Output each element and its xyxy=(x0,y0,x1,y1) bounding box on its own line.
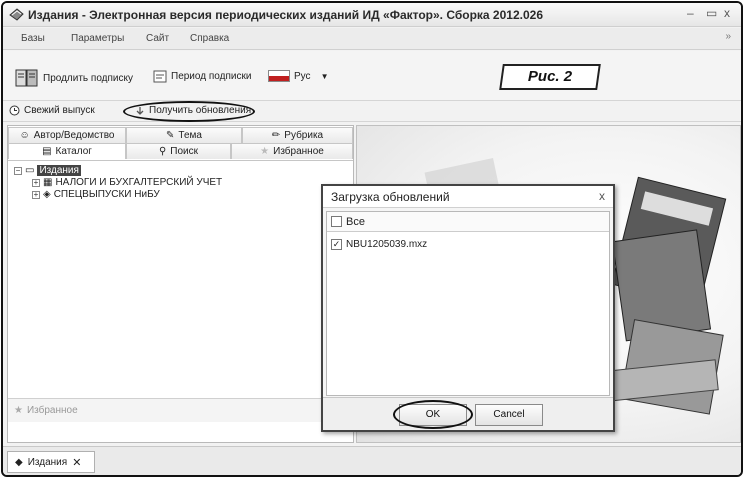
calendar-icon xyxy=(153,70,167,83)
subscription-period-button[interactable]: Период подписки xyxy=(153,70,251,83)
journal-icon: ▦ xyxy=(43,177,53,188)
tree-item-special-label: СПЕЦВЫПУСКИ НиБУ xyxy=(53,189,160,200)
tree-item-special[interactable]: + ◈ СПЕЦВЫПУСКИ НиБУ xyxy=(32,189,160,200)
author-icon: ☺ xyxy=(19,130,30,141)
window-title: Издания - Электронная версия периодическ… xyxy=(28,8,543,22)
select-all-checkbox[interactable] xyxy=(331,216,342,227)
tab-rubric[interactable]: ✏ Рубрика xyxy=(242,127,353,143)
select-all-label: Все xyxy=(346,215,365,228)
dialog-footer: OK Cancel xyxy=(323,397,613,430)
maximize-button[interactable]: ▭ xyxy=(706,6,717,20)
collapse-icon[interactable]: − xyxy=(14,166,22,175)
books-icon xyxy=(15,69,38,87)
brush-icon: ✎ xyxy=(166,130,175,141)
menu-overflow-icon[interactable]: » xyxy=(725,31,731,42)
tree-item-taxes[interactable]: + ▦ НАЛОГИ И БУХГАЛТЕРСКИЙ УЧЕТ xyxy=(32,177,222,188)
ok-highlight xyxy=(393,400,473,429)
search-icon: ⚲ xyxy=(158,146,167,157)
tab-search[interactable]: ⚲ Поиск xyxy=(126,143,231,159)
menu-bases[interactable]: Базы xyxy=(21,33,45,44)
tab-author-label: Автор/Ведомство xyxy=(33,130,115,141)
file-checkbox[interactable]: ✓ xyxy=(331,238,342,250)
tab-catalog[interactable]: ▤ Каталог xyxy=(8,143,126,159)
extend-subscription-button[interactable]: Продлить подписку xyxy=(15,68,133,88)
dropdown-arrow-icon: ▼ xyxy=(320,71,329,81)
tab-publications[interactable]: ◆ Издания ✕ xyxy=(7,451,95,473)
updates-list: Все ✓ NBU1205039.mxz xyxy=(326,211,610,396)
cancel-button[interactable]: Cancel xyxy=(475,404,543,426)
fresh-issue-label: Свежий выпуск xyxy=(24,105,95,116)
language-label: Рус xyxy=(294,70,311,82)
language-selector[interactable]: Рус ▼ xyxy=(268,70,328,82)
catalog-panel: ☺ Автор/Ведомство ✎ Тема ✏ Рубрика ▤ Кат… xyxy=(7,125,354,443)
dialog-close-button[interactable]: x xyxy=(599,189,605,203)
subscription-period-label: Период подписки xyxy=(171,71,252,82)
tab-theme[interactable]: ✎ Тема xyxy=(126,127,242,143)
tabs-row-top: ☺ Автор/Ведомство ✎ Тема ✏ Рубрика xyxy=(8,127,353,143)
title-bar: Издания - Электронная версия периодическ… xyxy=(3,3,741,27)
fresh-issue-button[interactable]: Свежий выпуск xyxy=(9,105,95,116)
app-logo-icon: ◆ xyxy=(15,456,23,468)
file-name: NBU1205039.mxz xyxy=(346,238,428,250)
expand-icon[interactable]: + xyxy=(32,178,40,187)
dialog-title-bar: Загрузка обновлений x xyxy=(323,186,613,208)
menu-help[interactable]: Справка xyxy=(190,33,229,44)
tab-rubric-label: Рубрика xyxy=(284,130,324,141)
favorites-bar[interactable]: ★ Избранное xyxy=(8,398,353,422)
tabs-row-bottom: ▤ Каталог ⚲ Поиск ★ Избранное xyxy=(8,143,353,159)
menu-bar: Базы Параметры Сайт Справка » xyxy=(3,28,741,50)
tab-search-label: Поиск xyxy=(170,146,199,157)
menu-parameters[interactable]: Параметры xyxy=(71,33,124,44)
figure-caption: Рис. 2 xyxy=(527,68,573,85)
document-tabs: ◆ Издания ✕ xyxy=(3,446,741,475)
get-updates-highlight xyxy=(123,101,255,122)
favorites-label: Избранное xyxy=(26,405,78,416)
tree-item-taxes-label: НАЛОГИ И БУХГАЛТЕРСКИЙ УЧЕТ xyxy=(55,177,223,188)
tree-root[interactable]: − ▭ Издания xyxy=(14,165,81,176)
app-window: Издания - Электронная версия периодическ… xyxy=(1,1,743,477)
pencil-icon: ✏ xyxy=(271,130,281,141)
select-all-row[interactable]: Все xyxy=(327,212,609,232)
star-icon: ★ xyxy=(260,146,270,157)
close-tab-icon[interactable]: ✕ xyxy=(72,456,81,469)
tab-catalog-label: Каталог xyxy=(55,146,92,157)
russia-flag-icon xyxy=(268,70,290,82)
special-issue-icon: ◈ xyxy=(43,189,51,200)
catalog-icon: ▤ xyxy=(42,146,52,157)
clock-icon xyxy=(9,105,20,116)
menu-site[interactable]: Сайт xyxy=(146,33,169,44)
tab-author[interactable]: ☺ Автор/Ведомство xyxy=(8,127,126,143)
tab-favorites[interactable]: ★ Избранное xyxy=(231,143,353,159)
app-logo-icon xyxy=(9,8,24,21)
tree-root-label: Издания xyxy=(37,165,81,176)
minimize-button[interactable]: – xyxy=(687,6,694,20)
updates-dialog: Загрузка обновлений x Все ✓ NBU1205039.m… xyxy=(321,184,615,432)
expand-icon[interactable]: + xyxy=(32,190,40,199)
close-button[interactable]: x xyxy=(724,6,730,20)
tab-theme-label: Тема xyxy=(178,130,202,141)
list-item[interactable]: ✓ NBU1205039.mxz xyxy=(327,236,609,252)
main-toolbar: Продлить подписку Период подписки Рус ▼ … xyxy=(3,51,741,101)
tab-publications-label: Издания xyxy=(27,456,68,468)
tab-favorites-label: Избранное xyxy=(273,146,324,157)
dialog-title: Загрузка обновлений xyxy=(331,190,450,204)
catalog-tree: − ▭ Издания + ▦ НАЛОГИ И БУХГАЛТЕРСКИЙ У… xyxy=(8,160,353,398)
secondary-toolbar: Свежий выпуск Получить обновления xyxy=(3,101,741,122)
extend-subscription-label: Продлить подписку xyxy=(43,72,133,84)
star-icon: ★ xyxy=(14,405,23,416)
folder-icon: ▭ xyxy=(25,165,35,176)
